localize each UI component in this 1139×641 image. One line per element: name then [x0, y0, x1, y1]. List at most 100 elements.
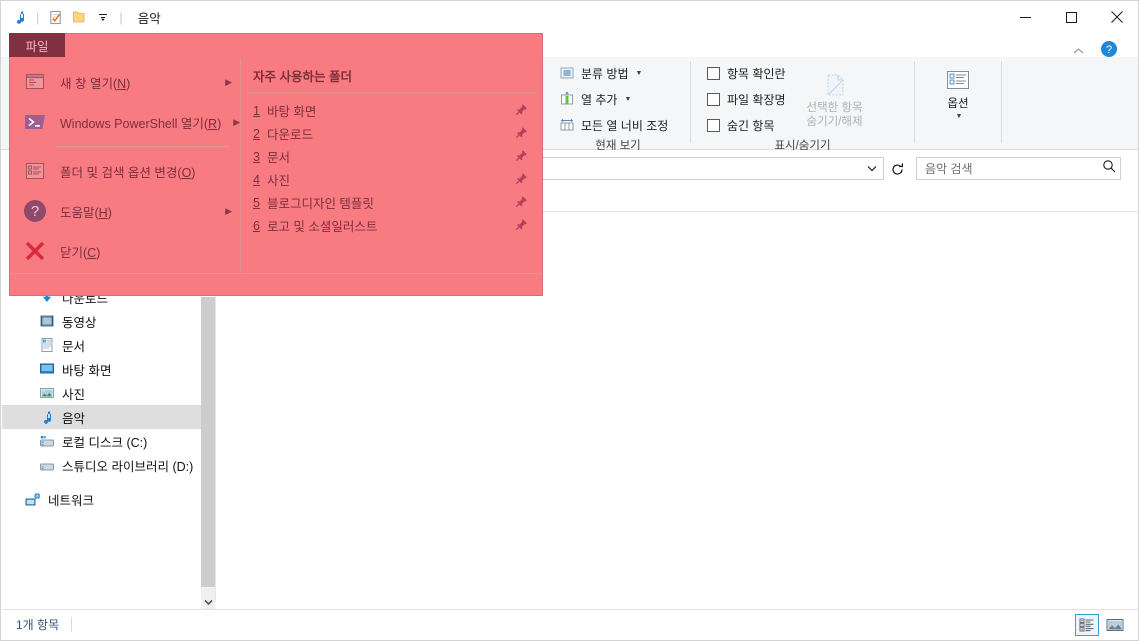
file-extensions-toggle[interactable]: 파일 확장명 [703, 87, 790, 111]
large-icons-view-icon[interactable] [1103, 614, 1127, 636]
frequent-folder-item[interactable]: 5 블로그디자인 템플릿 [241, 191, 542, 214]
search-icon[interactable] [1102, 159, 1116, 178]
menu-item-new-window[interactable]: 새 창 열기(N) ▶ [10, 62, 240, 102]
ribbon-divider-3 [1001, 61, 1002, 143]
chevron-down-icon[interactable] [861, 158, 883, 179]
sidebar-item-network[interactable]: 네트워크 [2, 487, 201, 511]
menu-item-folder-options[interactable]: 폴더 및 검색 옵션 변경(O) [10, 151, 240, 191]
quick-access-toolbar: | | 음악 [1, 8, 161, 27]
view-mode-buttons [1075, 613, 1138, 636]
drive-icon [38, 457, 55, 474]
local-disk-icon [38, 433, 55, 450]
menu-item-close-label: 닫기(C) [60, 245, 101, 260]
refresh-icon[interactable] [887, 159, 907, 179]
customize-qat-icon[interactable] [94, 8, 112, 26]
menu-item-open-powershell-label: Windows PowerShell 열기(R) [60, 116, 222, 131]
qat-separator-2: | [119, 9, 123, 25]
pin-icon[interactable] [515, 149, 528, 165]
tab-file[interactable]: 파일 [9, 33, 65, 57]
frequent-folder-item[interactable]: 1 바탕 화면 [241, 99, 542, 122]
sort-by-label: 분류 방법 [581, 66, 629, 81]
close-icon[interactable] [1094, 1, 1138, 33]
hide-selected-items-line2: 숨기기/해제 [806, 116, 863, 129]
help-icon[interactable]: ? [1100, 40, 1118, 58]
close-x-icon [22, 238, 48, 264]
new-folder-icon[interactable] [70, 8, 88, 26]
options-label: 옵션 [947, 98, 969, 110]
menu-item-close[interactable]: 닫기(C) [10, 231, 240, 271]
qat-separator-1: | [36, 9, 40, 25]
checkbox-icon [707, 118, 720, 132]
sidebar-label: 로컬 디스크 (C:) [62, 435, 148, 450]
sidebar-item-desktop[interactable]: 바탕 화면 [2, 357, 201, 381]
add-column-button[interactable]: 열 추가 ▼ [554, 87, 672, 111]
details-view-icon[interactable] [1075, 613, 1099, 636]
maximize-icon[interactable] [1048, 1, 1094, 33]
search-box[interactable]: 음악 검색 [916, 157, 1121, 180]
sort-by-button[interactable]: 분류 방법 ▼ [554, 61, 672, 85]
file-menu-commands: 새 창 열기(N) ▶ Windows PowerShell 열기(R) ▶ 폴… [10, 58, 240, 273]
frequent-folder-name: 블로그디자인 템플릿 [266, 197, 374, 211]
sidebar-label: 네트워크 [48, 493, 95, 508]
frequent-folder-name: 사진 [266, 174, 290, 188]
sidebar-item-documents[interactable]: 문서 [2, 333, 201, 357]
pin-icon[interactable] [515, 103, 528, 119]
file-menu-header [10, 34, 542, 58]
hide-item-icon [818, 69, 852, 101]
options-button[interactable]: 옵션 ▼ [923, 63, 993, 120]
frequent-folder-number: 5 [253, 195, 260, 210]
sidebar-item-videos[interactable]: 동영상 [2, 309, 201, 333]
file-menu-footer [10, 273, 542, 295]
item-count-label: 1개 항목 [16, 618, 60, 632]
chevron-down-icon: ▼ [955, 113, 963, 121]
powershell-icon [22, 109, 48, 135]
menu-item-help[interactable]: ? 도움말(H) ▶ [10, 191, 240, 231]
item-checkboxes-label: 항목 확인란 [727, 66, 786, 81]
submenu-arrow-icon: ▶ [225, 76, 232, 87]
pin-icon[interactable] [515, 195, 528, 211]
title-bar: | | 음악 [1, 1, 1138, 33]
checkbox-icon [707, 66, 720, 80]
frequent-folder-item[interactable]: 3 문서 [241, 145, 542, 168]
videos-icon [38, 313, 55, 330]
fit-all-columns-button[interactable]: 모든 열 너비 조정 [554, 113, 672, 137]
menu-separator [56, 146, 230, 147]
sidebar-item-music[interactable]: 음악 [2, 405, 201, 429]
properties-icon[interactable] [46, 8, 64, 26]
menu-item-open-powershell[interactable]: Windows PowerShell 열기(R) ▶ [10, 102, 240, 142]
navigation-scrollbar[interactable] [201, 297, 215, 611]
sidebar-label: 음악 [62, 411, 86, 426]
frequent-folder-item[interactable]: 4 사진 [241, 168, 542, 191]
desktop-icon [38, 361, 55, 378]
item-checkboxes-toggle[interactable]: 항목 확인란 [703, 61, 790, 85]
pin-icon[interactable] [515, 172, 528, 188]
submenu-arrow-icon: ▶ [225, 205, 232, 216]
frequent-folder-name: 바탕 화면 [266, 105, 317, 119]
menu-item-help-label: 도움말(H) [60, 205, 112, 220]
status-bar: 1개 항목 [2, 609, 1138, 639]
pin-icon[interactable] [515, 218, 528, 234]
sidebar-item-pictures[interactable]: 사진 [2, 381, 201, 405]
network-icon [24, 491, 41, 508]
frequent-folder-item[interactable]: 2 다운로드 [241, 122, 542, 145]
navigation-scrollbar-thumb[interactable] [201, 297, 215, 587]
window-title: 음악 [137, 11, 161, 26]
frequent-folders-panel: 자주 사용하는 폴더 1 바탕 화면 2 다운로드 3 문서 4 사진 5 블로… [241, 58, 542, 273]
frequent-folder-number: 2 [253, 126, 260, 141]
sort-by-icon [558, 64, 576, 82]
hidden-items-toggle[interactable]: 숨긴 항목 [703, 113, 790, 137]
sidebar-item-local-disk-c[interactable]: 로컬 디스크 (C:) [2, 429, 201, 453]
hide-selected-items-button[interactable]: 선택한 항목 숨기기/해제 [796, 67, 874, 130]
frequent-folder-item[interactable]: 6 로고 및 소셜일러스트 [241, 214, 542, 237]
search-input[interactable]: 음악 검색 [925, 160, 973, 177]
music-note-icon [11, 8, 29, 26]
minimize-icon[interactable] [1002, 1, 1048, 33]
sidebar-item-studio-library-d[interactable]: 스튜디오 라이브러리 (D:) [2, 453, 201, 477]
frequent-folder-number: 4 [253, 172, 260, 187]
sidebar-label: 동영상 [62, 315, 97, 330]
fit-columns-label: 모든 열 너비 조정 [581, 118, 669, 133]
frequent-folder-number: 1 [253, 103, 260, 118]
svg-text:?: ? [1106, 44, 1112, 56]
pin-icon[interactable] [515, 126, 528, 142]
fit-columns-icon [558, 116, 576, 134]
